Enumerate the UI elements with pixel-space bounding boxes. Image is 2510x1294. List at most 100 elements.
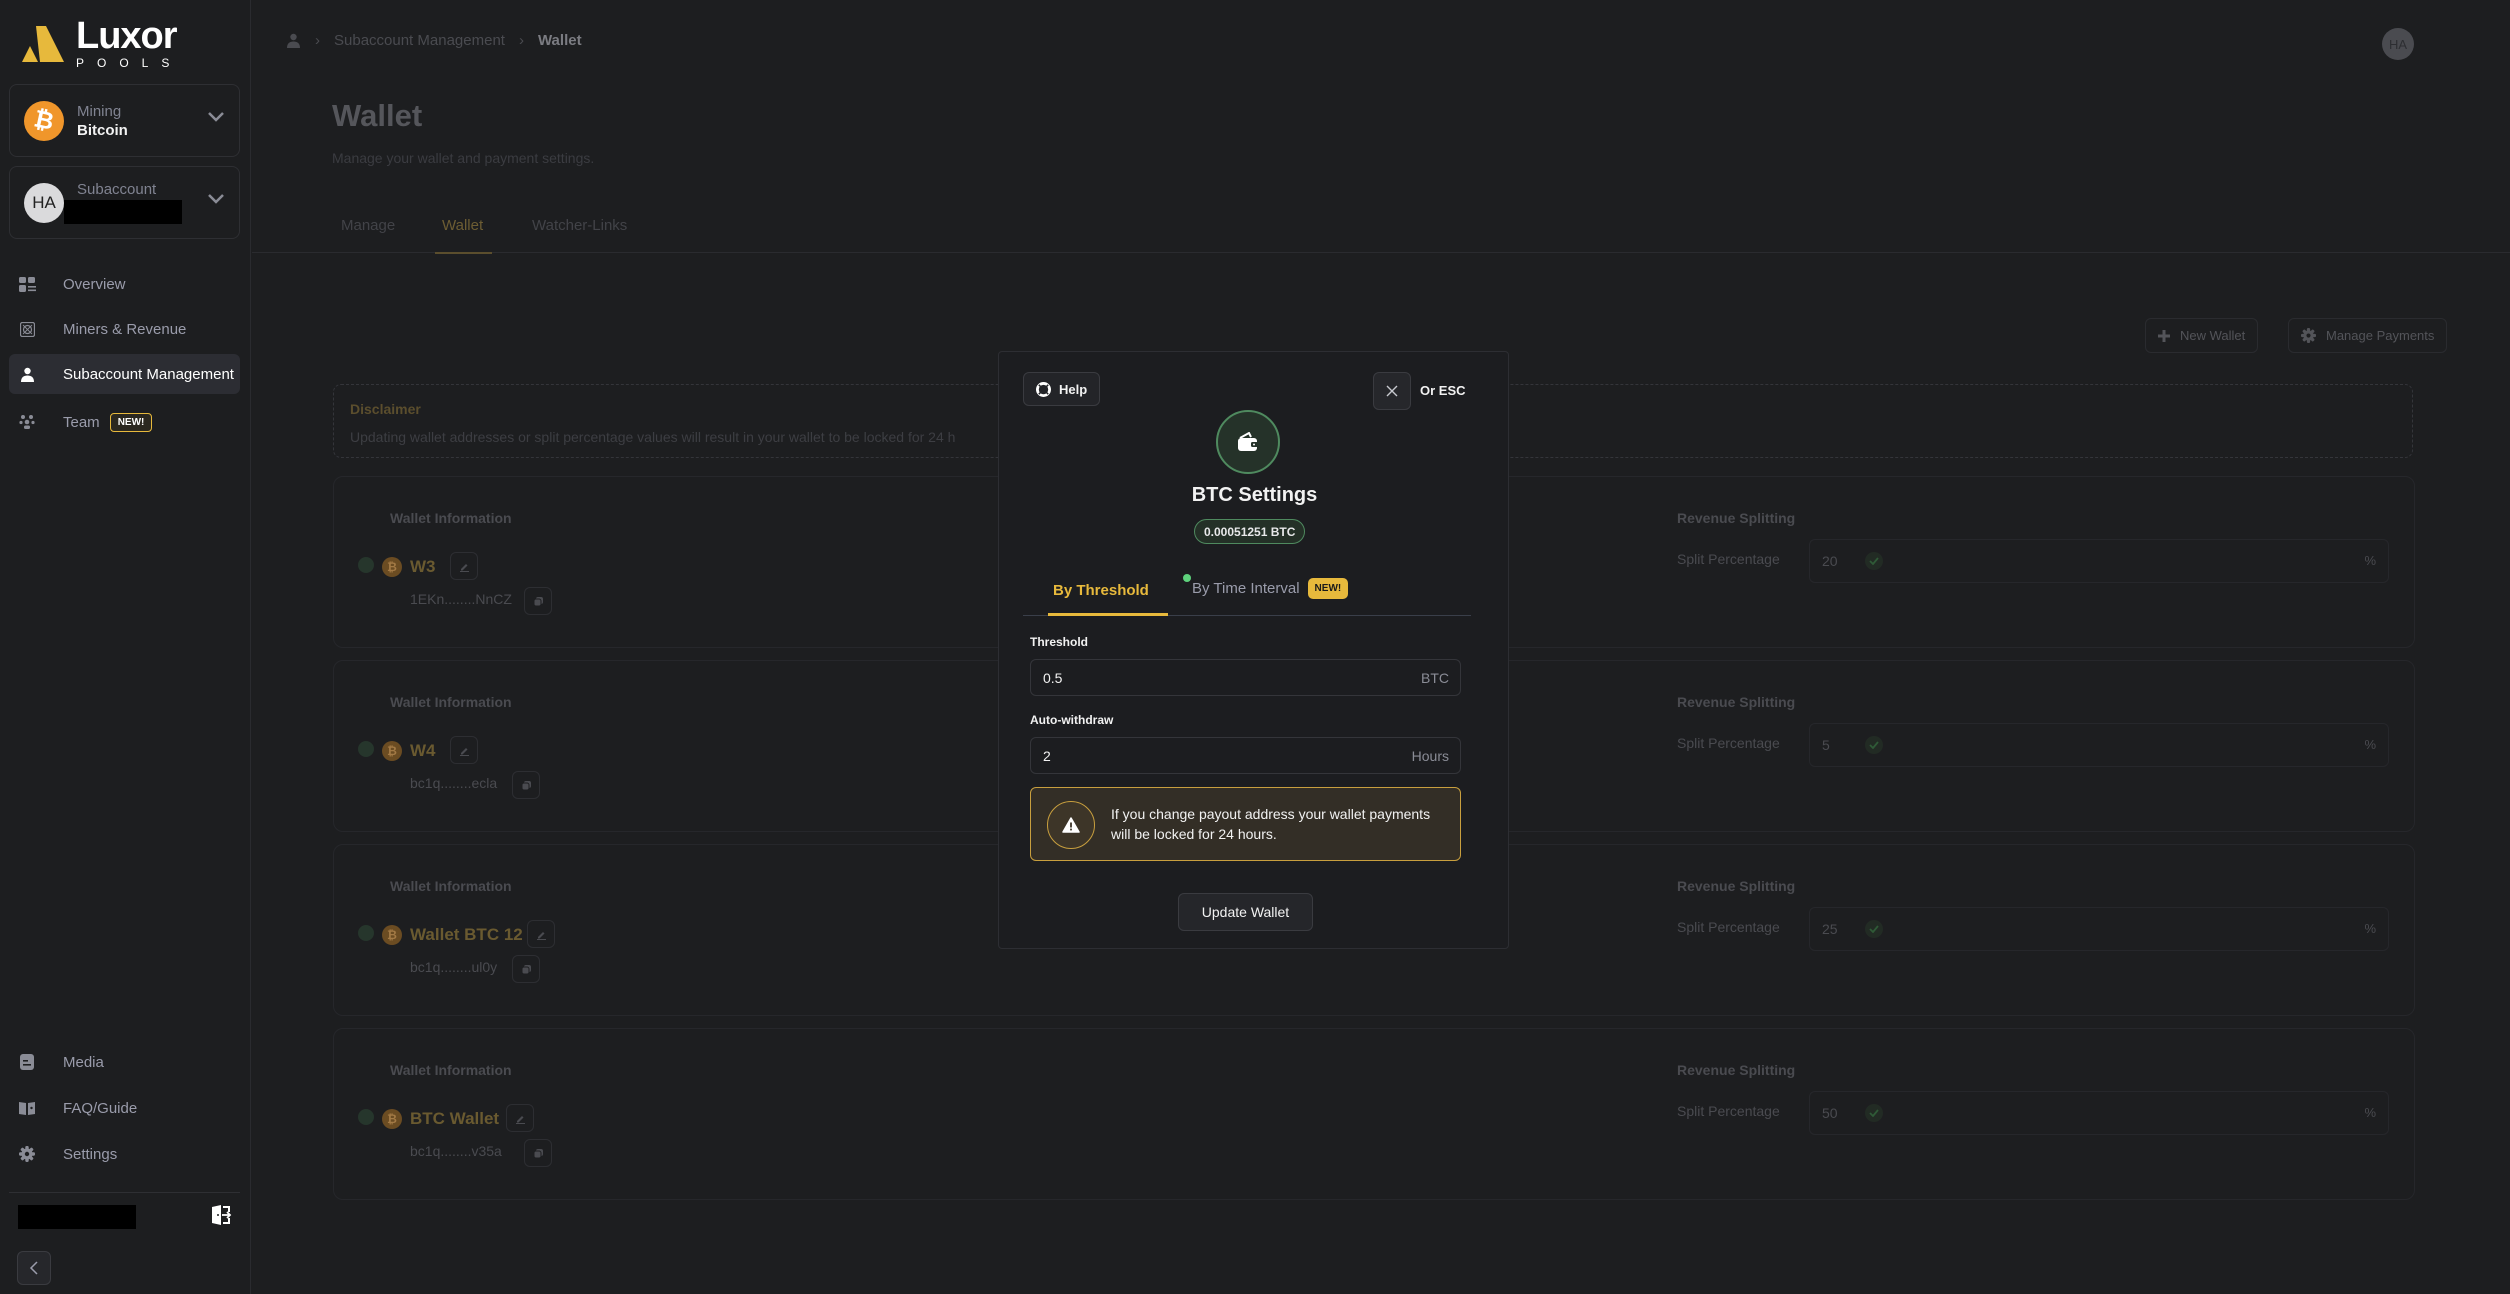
- percent-unit: %: [2364, 553, 2376, 568]
- luxor-logo-icon: [22, 26, 64, 62]
- tab-wallet[interactable]: Wallet: [442, 217, 483, 234]
- threshold-unit: BTC: [1421, 670, 1449, 686]
- payout-mode-tabs: By Threshold By Time Interval NEW!: [1023, 573, 1471, 616]
- split-percentage-input[interactable]: 20%: [1809, 539, 2389, 583]
- user-icon: [287, 33, 300, 48]
- subaccount-selector[interactable]: HA Subaccount: [9, 166, 240, 239]
- split-percentage-input[interactable]: 25%: [1809, 907, 2389, 951]
- edit-wallet-name-button[interactable]: [450, 736, 478, 764]
- warning-icon: [1062, 817, 1080, 833]
- sidebar-item-label: Team: [63, 413, 100, 431]
- copy-icon: [521, 964, 531, 974]
- update-wallet-button[interactable]: Update Wallet: [1178, 893, 1313, 931]
- copy-address-button[interactable]: [524, 1139, 552, 1167]
- revenue-splitting-label: Revenue Splitting: [1677, 878, 1796, 894]
- edit-wallet-name-button[interactable]: [450, 552, 478, 580]
- team-icon: [18, 413, 36, 431]
- help-button[interactable]: Help: [1023, 372, 1101, 406]
- page-title: Wallet: [332, 98, 423, 133]
- gear-icon: [18, 1145, 36, 1163]
- chevron-down-icon: [208, 112, 224, 122]
- check-icon: [1869, 1109, 1879, 1117]
- sidebar-item-miners-revenue[interactable]: Miners & Revenue: [9, 309, 240, 349]
- page-subtitle: Manage your wallet and payment settings.: [332, 150, 595, 166]
- bitcoin-icon: ₿: [382, 925, 402, 945]
- sidebar: Luxor POOLS ₿ Mining Bitcoin HA Subaccou…: [0, 0, 251, 1294]
- breadcrumb: › Subaccount Management › Wallet: [286, 32, 582, 49]
- modal-title: BTC Settings: [1191, 484, 1318, 506]
- subaccount-avatar: HA: [24, 182, 64, 223]
- close-icon: [1386, 385, 1398, 397]
- split-percentage-value: 5: [1822, 737, 1830, 753]
- active-status-dot: [1183, 574, 1191, 582]
- split-percentage-label: Split Percentage: [1677, 735, 1780, 751]
- manage-payments-button[interactable]: Manage Payments: [2288, 318, 2448, 353]
- miners-icon: [18, 320, 36, 338]
- wallet-card: Wallet Information ₿ BTC Wallet bc1q.......…: [333, 1028, 2415, 1200]
- tab-watcher-links[interactable]: Watcher-Links: [532, 217, 627, 234]
- btc-settings-modal: Help Or ESC BTC Settings 0.00051251 BTC …: [998, 351, 1509, 949]
- tab-manage[interactable]: Manage: [341, 217, 395, 234]
- percent-unit: %: [2364, 737, 2376, 752]
- auto-withdraw-unit: Hours: [1411, 748, 1449, 764]
- wallet-status-dot: [358, 925, 374, 941]
- auto-withdraw-input[interactable]: 2 Hours: [1030, 737, 1461, 774]
- logout-button[interactable]: [210, 1204, 232, 1231]
- new-wallet-button[interactable]: New Wallet: [2145, 318, 2259, 353]
- revenue-splitting-label: Revenue Splitting: [1677, 510, 1796, 526]
- revenue-splitting-label: Revenue Splitting: [1677, 694, 1796, 710]
- copy-icon: [521, 780, 531, 790]
- mining-selector[interactable]: ₿ Mining Bitcoin: [9, 84, 240, 157]
- sidebar-item-overview[interactable]: Overview: [9, 264, 240, 304]
- auto-withdraw-value: 2: [1043, 748, 1051, 764]
- percent-unit: %: [2364, 1105, 2376, 1120]
- sidebar-item-media[interactable]: Media: [9, 1042, 240, 1082]
- copy-icon: [533, 596, 543, 606]
- gear-icon: [2301, 328, 2316, 343]
- warning-icon-circle: [1047, 801, 1095, 849]
- close-button[interactable]: [1373, 372, 1411, 410]
- copy-address-button[interactable]: [512, 771, 540, 799]
- bitcoin-icon: ₿: [382, 741, 402, 761]
- tab-by-threshold[interactable]: By Threshold: [1053, 582, 1149, 599]
- edit-wallet-name-button[interactable]: [506, 1104, 534, 1132]
- media-icon: [18, 1053, 36, 1071]
- wallet-info-label: Wallet Information: [390, 510, 512, 526]
- pencil-icon: [536, 931, 546, 940]
- breadcrumb-separator: ›: [518, 32, 524, 49]
- copy-address-button[interactable]: [524, 587, 552, 615]
- luxor-logo[interactable]: Luxor POOLS: [20, 17, 183, 70]
- plus-icon: [2158, 329, 2170, 342]
- sidebar-divider: [9, 1192, 240, 1193]
- help-label: Help: [1059, 381, 1088, 397]
- wallet-name: W4: [410, 741, 436, 760]
- collapse-sidebar-button[interactable]: [17, 1251, 51, 1285]
- tab-by-time-interval[interactable]: By Time Interval NEW!: [1192, 578, 1349, 599]
- valid-check-badge: [1865, 552, 1883, 570]
- auto-withdraw-label: Auto-withdraw: [1030, 713, 1114, 727]
- wallet-status-dot: [358, 1109, 374, 1125]
- brand-sub: POOLS: [76, 56, 183, 70]
- split-percentage-input[interactable]: 50%: [1809, 1091, 2389, 1135]
- warning-box: If you change payout address your wallet…: [1030, 787, 1461, 861]
- sidebar-item-subaccount-management[interactable]: Subaccount Management: [9, 354, 240, 394]
- breadcrumb-item[interactable]: Subaccount Management: [334, 32, 505, 49]
- split-percentage-label: Split Percentage: [1677, 551, 1780, 567]
- copy-address-button[interactable]: [512, 955, 540, 983]
- split-percentage-input[interactable]: 5%: [1809, 723, 2389, 767]
- pencil-icon: [515, 1115, 525, 1124]
- sidebar-item-settings[interactable]: Settings: [9, 1134, 240, 1174]
- manage-payments-label: Manage Payments: [2326, 328, 2435, 343]
- user-icon: [18, 365, 36, 383]
- wallet-address: bc1q........v35a: [410, 1143, 502, 1159]
- new-badge: NEW!: [1307, 578, 1349, 599]
- threshold-input[interactable]: 0.5 BTC: [1030, 659, 1461, 696]
- sidebar-item-label: Overview: [63, 275, 126, 293]
- sidebar-item-team[interactable]: Team NEW!: [9, 402, 240, 442]
- edit-wallet-name-button[interactable]: [527, 920, 555, 948]
- user-avatar[interactable]: HA: [2382, 28, 2414, 60]
- wallet-icon: [1238, 432, 1258, 451]
- esc-hint: Or ESC: [1420, 383, 1466, 398]
- sidebar-item-faq-guide[interactable]: FAQ/Guide: [9, 1088, 240, 1128]
- wallet-info-label: Wallet Information: [390, 694, 512, 710]
